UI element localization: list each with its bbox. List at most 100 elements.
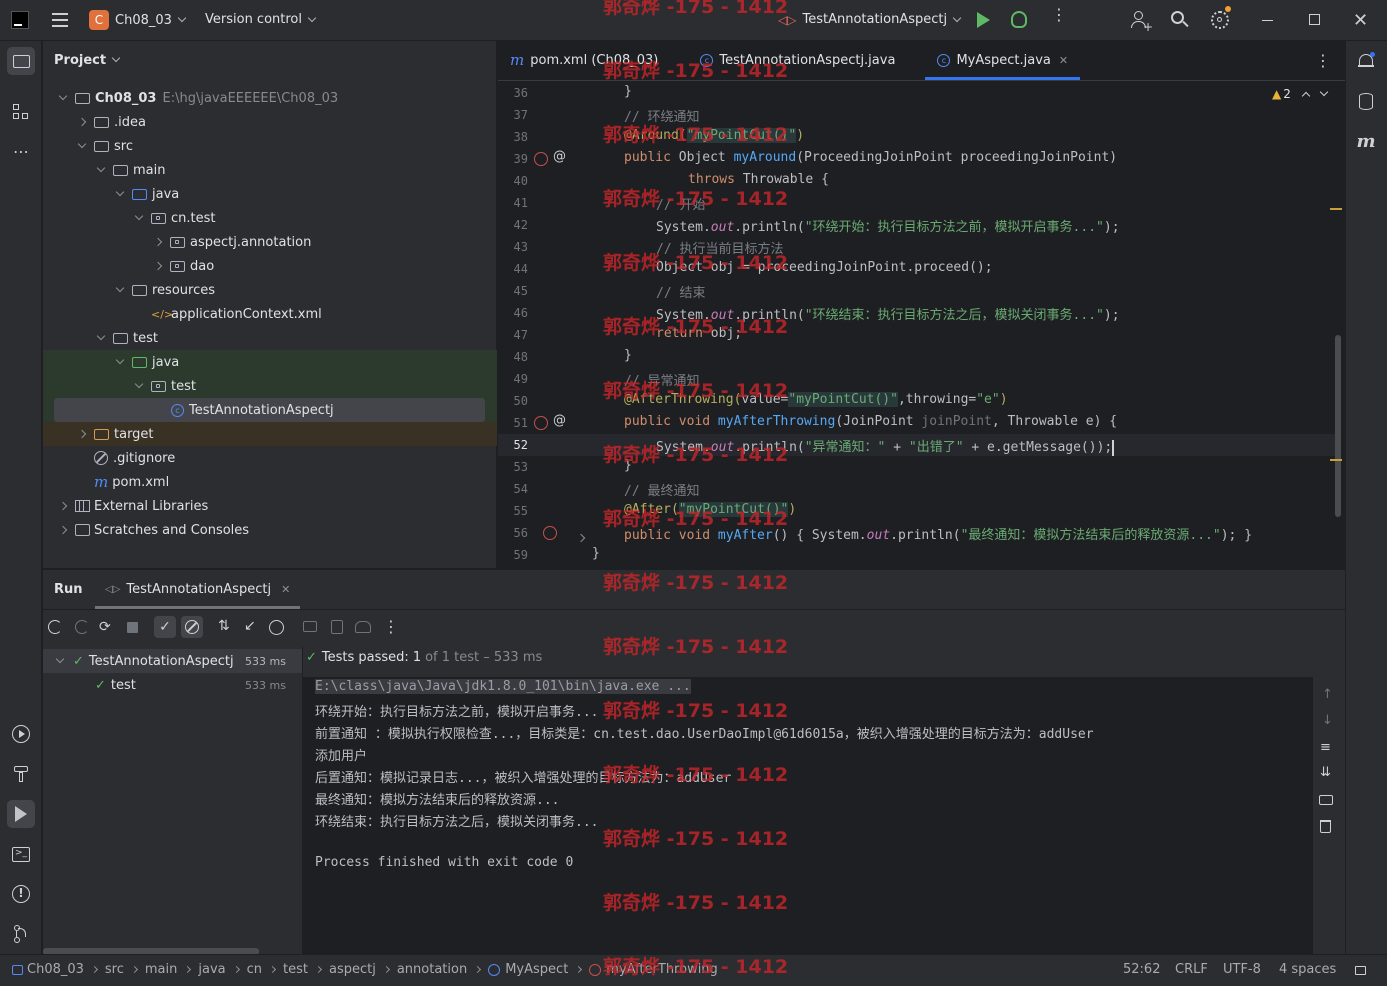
close-tab-icon[interactable]: ✕ [281,583,290,596]
breadcrumb-item[interactable]: main [145,962,177,977]
main-menu-icon[interactable] [52,13,68,27]
code-line-54[interactable]: // 最终通知 [624,480,699,499]
read-only-lock-icon[interactable] [1355,966,1366,975]
code-line-46[interactable]: System.out.println("环绕结束：执行目标方法之后，模拟关闭事务… [656,304,1120,323]
scroll-to-end-icon[interactable]: ⇊ [1320,765,1331,780]
tree-item-cn-test[interactable]: cn.test [43,206,497,230]
tree-item-external-libraries[interactable]: External Libraries [43,494,497,518]
export-results-icon[interactable] [303,621,317,632]
tree-item-idea[interactable]: .idea [43,110,497,134]
tree-item-src[interactable]: src [43,134,497,158]
structure-icon[interactable] [7,98,35,126]
tree-item-scratches[interactable]: Scratches and Consoles [43,518,497,542]
breadcrumb-item[interactable]: aspectj [329,962,376,977]
breadcrumb-item[interactable]: test [283,962,308,977]
inspection-widget[interactable]: ▲ 2 [1272,87,1329,101]
breadcrumb-item[interactable]: java [198,962,225,977]
minimize-window-icon[interactable] [1262,20,1273,21]
search-icon[interactable] [1171,11,1189,29]
breadcrumb-item[interactable]: src [105,962,124,977]
previous-highlight-icon[interactable] [1301,91,1311,101]
code-line-45[interactable]: // 结束 [656,282,705,301]
coverage-icon[interactable] [355,621,371,633]
line-separator[interactable]: CRLF [1175,962,1208,977]
tree-item-java-test[interactable]: java [43,350,497,374]
breadcrumb-item[interactable]: myAfterThrowing [606,962,718,977]
test-tree-row-test[interactable]: ✓ test 533 ms [43,673,302,697]
close-window-icon[interactable]: ✕ [1353,10,1368,31]
tree-item-test[interactable]: test [43,326,497,350]
breadcrumb-item[interactable]: Ch08_03 [27,962,84,977]
aspect-advice-gutter-icon[interactable] [543,526,557,540]
terminal-icon[interactable]: >_ [7,840,35,868]
tab-test-annotation-aspectj[interactable]: c TestAnnotationAspectj.java [688,40,907,80]
stop-icon[interactable] [127,622,138,633]
sort-by-duration-icon[interactable]: ↙ [244,618,256,634]
code-line-36[interactable]: } [624,84,632,99]
console-output[interactable]: E:\class\java\Java\jdk1.8.0_101\bin\java… [303,677,1313,955]
maven-icon[interactable]: m [1352,127,1380,155]
code-line-53[interactable]: } [624,458,632,473]
run-icon[interactable] [977,12,990,28]
tree-item-target[interactable]: target [43,422,497,446]
rerun-icon[interactable] [48,620,62,634]
editor-scrollbar[interactable] [1335,335,1341,517]
close-tab-icon[interactable]: ✕ [1059,54,1068,67]
code-line-50[interactable]: @AfterThrowing(value="myPointCut()",thro… [624,392,1008,407]
annotation-gutter-icon[interactable]: @ [553,413,566,428]
tree-item-root[interactable]: Ch08_03 E:\hg\javaEEEEEE\Ch08_03 [43,86,497,110]
app-logo[interactable] [11,11,29,29]
import-results-icon[interactable] [331,620,343,634]
tree-item-application-context[interactable]: </> applicationContext.xml [43,302,497,326]
code-line-38[interactable]: @Around("myPointCut()") [624,128,804,143]
tree-item-aspectj-annotation[interactable]: aspectj.annotation [43,230,497,254]
code-line-37[interactable]: // 环绕通知 [624,106,699,125]
console-command-line[interactable]: E:\class\java\Java\jdk1.8.0_101\bin\java… [315,679,691,694]
code-line-51[interactable]: public void myAfterThrowing(JoinPoint jo… [624,414,1117,429]
test-history-icon[interactable] [269,620,284,635]
tree-item-pom[interactable]: m pom.xml [43,470,497,494]
tree-item-dao[interactable]: dao [43,254,497,278]
indent-setting[interactable]: 4 spaces [1279,962,1336,977]
project-panel-header[interactable]: Project [43,41,496,79]
print-icon[interactable] [1319,795,1333,805]
code-line-43[interactable]: // 执行当前目标方法 [656,238,783,257]
maximize-window-icon[interactable] [1309,14,1320,25]
sort-alphabetically-icon[interactable]: ⇅ [218,618,230,634]
settings-gear-icon[interactable] [1211,6,1231,29]
run-tab[interactable]: ◁▷ TestAnnotationAspectj ✕ [95,570,301,609]
more-options-icon[interactable]: ⋮ [383,617,399,636]
run-config-selector[interactable]: ◁▷ TestAnnotationAspectj [778,12,962,27]
aspect-advice-gutter-icon[interactable] [534,416,548,430]
build-hammer-icon[interactable] [7,760,35,788]
editor-tabs-menu-icon[interactable]: ⋮ [1315,51,1331,70]
code-line-49[interactable]: // 异常通知 [624,370,699,389]
tree-item-test-package[interactable]: test [43,374,497,398]
code-line-42[interactable]: System.out.println("环绕开始：执行目标方法之前，模拟开启事务… [656,216,1120,235]
vcs-menu[interactable]: Version control [205,12,317,27]
scroll-down-icon[interactable]: ↓ [1322,713,1333,728]
git-branch-icon[interactable] [7,920,35,948]
code-line-39[interactable]: public Object myAround(ProceedingJoinPoi… [624,150,1117,165]
breadcrumb-item[interactable]: annotation [397,962,467,977]
run-tool-icon[interactable] [7,800,35,828]
services-icon[interactable] [7,720,35,748]
database-icon[interactable] [1352,87,1380,115]
file-encoding[interactable]: UTF-8 [1223,962,1261,977]
code-line-47[interactable]: return obj; [656,326,742,341]
more-actions-icon[interactable]: ⋮ [1051,7,1067,23]
more-tools-icon[interactable]: ⋯ [7,137,35,165]
code-line-52[interactable]: System.out.println("异常通知：" + "出错了" + e.g… [656,436,1114,456]
tree-item-java-main[interactable]: java [43,182,497,206]
breadcrumb-item[interactable]: cn [247,962,262,977]
tree-item-gitignore[interactable]: .gitignore [43,446,497,470]
add-user-icon[interactable]: + [1131,11,1153,34]
annotation-gutter-icon[interactable]: @ [553,149,566,164]
soft-wrap-icon[interactable]: ≡ [1320,740,1331,755]
tree-item-test-class-selected[interactable]: c TestAnnotationAspectj [43,398,497,422]
warning-marker[interactable] [1330,459,1342,461]
notifications-bell-icon[interactable] [1352,47,1380,75]
code-line-56[interactable]: public void myAfter() { System.out.print… [624,524,1252,543]
warning-marker[interactable] [1330,208,1342,210]
tab-my-aspect[interactable]: c MyAspect.java ✕ [925,40,1080,80]
